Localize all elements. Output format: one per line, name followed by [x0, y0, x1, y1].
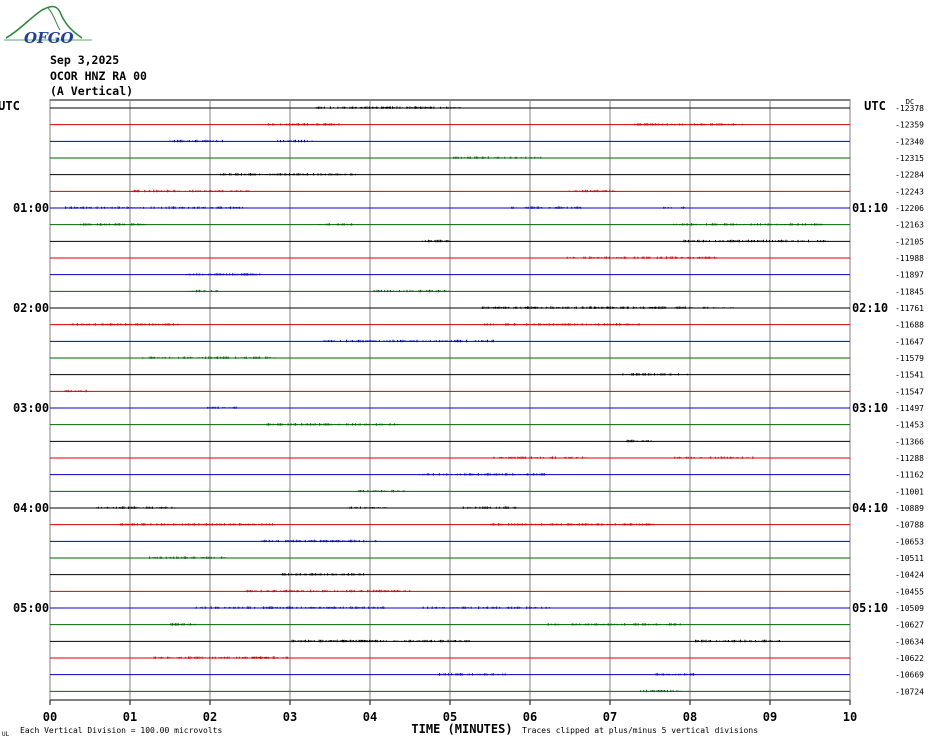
x-tick-label: 03 — [283, 710, 297, 724]
x-tick-label: 06 — [523, 710, 537, 724]
helicorder-plot: 00 01 02 03 04 05 06 07 08 09 10-12378-12359-12340… — [0, 98, 924, 738]
left-time-label: 01:00 — [13, 201, 49, 215]
dc-offset-label: -10424 — [895, 571, 924, 580]
dc-offset-label: -11988 — [895, 254, 924, 263]
dc-offset-label: -10509 — [895, 604, 924, 613]
dc-offset-label: -11001 — [895, 487, 924, 496]
dc-offset-label: -12105 — [895, 237, 924, 246]
dc-offset-label: -10889 — [895, 504, 924, 513]
dc-offset-label: -12359 — [895, 121, 924, 130]
vertical-division-note: Each Vertical Division = 100.00 microvol… — [20, 726, 222, 735]
left-utc-label: UTC — [0, 99, 20, 113]
dc-offset-label: -10788 — [895, 521, 924, 530]
dc-offset-label: -11497 — [895, 404, 924, 413]
x-tick-label: 09 — [763, 710, 777, 724]
dc-offset-label: -12163 — [895, 221, 924, 230]
dc-offset-label: -11579 — [895, 354, 924, 363]
dc-offset-label: -11688 — [895, 321, 924, 330]
right-time-label: 04:10 — [852, 501, 888, 515]
dc-offset-label: -11453 — [895, 421, 924, 430]
dc-offset-label: -11647 — [895, 337, 924, 346]
x-tick-label: 10 — [843, 710, 857, 724]
x-tick-label: 02 — [203, 710, 217, 724]
dc-offset-label: -10634 — [895, 637, 924, 646]
x-tick-label: 08 — [683, 710, 697, 724]
dc-offset-label: -10455 — [895, 587, 924, 596]
dc-offset-label: -11761 — [895, 304, 924, 313]
left-time-label: 04:00 — [13, 501, 49, 515]
dc-offset-label: -12284 — [895, 171, 924, 180]
right-time-label: 03:10 — [852, 401, 888, 415]
footer-mark: UL — [2, 731, 10, 738]
dc-offset-label: -10653 — [895, 537, 924, 546]
dc-offset-label: -11288 — [895, 454, 924, 463]
dc-offset-label: -12315 — [895, 154, 924, 163]
dc-offset-label: -10627 — [895, 621, 924, 630]
clipping-note: Traces clipped at plus/minus 5 vertical … — [522, 726, 758, 735]
dc-offset-label: -12206 — [895, 204, 924, 213]
dc-offset-label: -11845 — [895, 287, 924, 296]
dc-offset-label: -12243 — [895, 187, 924, 196]
x-axis-title: TIME (MINUTES) — [411, 722, 512, 736]
trace-signal — [566, 256, 718, 259]
dc-offset-label: -10511 — [895, 554, 924, 563]
x-tick-label: 01 — [123, 710, 137, 724]
x-tick-label: 00 — [43, 710, 57, 724]
dc-offset-label: -12340 — [895, 137, 924, 146]
right-time-label: 02:10 — [852, 301, 888, 315]
dc-offset-label: -11547 — [895, 387, 924, 396]
dc-offset-label: -11897 — [895, 271, 924, 280]
left-time-label: 03:00 — [13, 401, 49, 415]
dc-offset-label: -10622 — [895, 654, 924, 663]
left-time-label: 02:00 — [13, 301, 49, 315]
left-time-label: 05:00 — [13, 601, 49, 615]
right-time-label: 01:10 — [852, 201, 888, 215]
trace-signal — [220, 173, 359, 176]
trace-signal — [481, 306, 736, 309]
dc-offset-label: -11162 — [895, 471, 924, 480]
dc-offset-label: -11541 — [895, 371, 924, 380]
right-time-label: 05:10 — [852, 601, 888, 615]
x-tick-label: 04 — [363, 710, 377, 724]
right-utc-label: UTC — [864, 99, 886, 113]
x-tick-label: 07 — [603, 710, 617, 724]
dc-offset-label: -10724 — [895, 687, 924, 696]
trace-signal — [64, 389, 87, 393]
dc-offset-label: -10669 — [895, 671, 924, 680]
dc-offset-label: -11366 — [895, 437, 924, 446]
dc-header-label: DC — [906, 98, 914, 106]
